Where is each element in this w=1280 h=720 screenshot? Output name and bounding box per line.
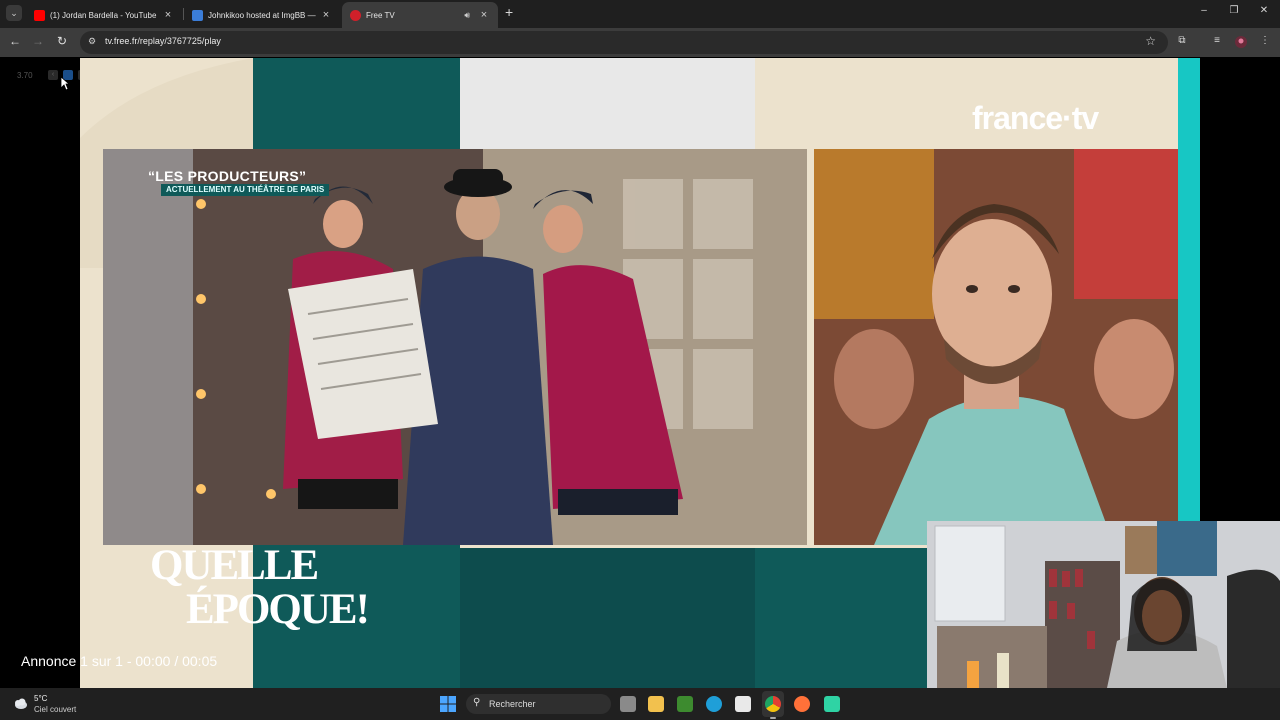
windows-taskbar: 5°C Ciel couvert ⚲ Rechercher [0,688,1280,720]
speaker-icon[interactable]: 🔊︎ [464,10,470,21]
restore-icon[interactable]: ❐ [1227,5,1241,16]
search-icon: ⚲ [473,697,481,708]
tab-free-tv[interactable]: Free TV 🔊︎ × [342,2,498,28]
imgbb-icon [192,9,203,21]
cyan-stripe [1178,58,1200,528]
youtube-icon [34,9,45,21]
show-caption-title: “LES PRODUCTEURS” [148,168,307,184]
quelle-epoque-logo: QUELLE ÉPOQUE! [150,542,370,633]
media-controls-icon[interactable]: ≡ [1210,35,1224,49]
playback-speed: 3.70 [17,71,33,80]
browser-tab-strip: ⌄ (1) Jordan Bardella - YouTube × Johnki… [0,0,1280,28]
url-text: tv.free.fr/replay/3767725/play [105,36,221,46]
firefox-icon[interactable] [794,696,810,712]
tab-youtube[interactable]: (1) Jordan Bardella - YouTube × [26,2,182,28]
windows-start-icon[interactable] [440,696,456,712]
tab-title: (1) Jordan Bardella - YouTube [50,10,157,20]
chrome-icon[interactable] [765,696,781,712]
close-tab-icon[interactable]: × [162,9,174,21]
minimize-icon[interactable]: – [1197,5,1211,16]
forward-icon[interactable]: → [30,34,46,48]
bookmark-star-icon[interactable]: ☆ [1145,34,1156,48]
screen: ⌄ (1) Jordan Bardella - YouTube × Johnki… [0,0,1280,720]
close-tab-icon[interactable]: × [478,9,490,21]
close-tab-icon[interactable]: × [320,9,332,21]
webcam-scene-illustration [927,521,1280,688]
grey-band [460,58,755,149]
chrome-running-indicator [770,717,776,719]
guest-portrait-illustration [814,149,1178,545]
tab-title: Free TV [366,10,395,20]
window-close-icon[interactable]: ✕ [1257,5,1271,16]
search-placeholder: Rechercher [489,699,536,709]
logo-line-1: QUELLE [150,542,319,589]
speed-slower-icon[interactable]: ‹ [48,70,58,80]
tab-search-icon[interactable]: ⌄ [6,5,22,21]
file-explorer-icon[interactable] [648,696,664,712]
store-icon[interactable] [735,696,751,712]
site-settings-icon[interactable]: ⚙ [88,36,99,47]
nvidia-icon[interactable] [677,696,693,712]
logo-line-2: ÉPOQUE! [186,586,370,633]
mouse-cursor-icon [60,76,70,91]
tab-imgbb[interactable]: Johnkikoo hosted at ImgBB — × [184,2,340,28]
browser-toolbar: ← → ↻ ⚙ tv.free.fr/replay/3767725/play ☆… [0,28,1280,57]
more-menu-icon[interactable]: ⋮ [1258,35,1272,49]
reload-icon[interactable]: ↻ [54,34,70,48]
tab-title: Johnkikoo hosted at ImgBB — [208,10,316,20]
freetv-icon [350,9,361,21]
guest-video-panel [814,149,1178,545]
webcam-overlay [927,521,1280,688]
stage-scene-illustration [103,149,807,545]
show-caption-subtitle: ACTUELLEMENT AU THÉÂTRE DE PARIS [161,184,330,196]
ad-status-text: Annonce 1 sur 1 - 00:00 / 00:05 [21,653,218,669]
app-icon[interactable] [824,696,840,712]
weather-condition[interactable]: Ciel couvert [34,705,76,714]
weather-temperature[interactable]: 5°C [34,694,47,703]
cloud-icon[interactable] [12,695,28,711]
task-view-icon[interactable] [620,696,636,712]
extensions-icon[interactable]: ⧉ [1175,35,1189,49]
stage-video-panel: “LES PRODUCTEURS” ACTUELLEMENT AU THÉÂTR… [103,149,807,545]
address-bar[interactable]: ⚙ tv.free.fr/replay/3767725/play ☆ [80,31,1168,54]
edge-icon[interactable] [706,696,722,712]
taskbar-search-box[interactable]: ⚲ Rechercher [466,694,611,714]
back-icon[interactable]: ← [7,34,23,48]
dark-teal-band [460,548,755,688]
france-tv-logo: france·tv [972,100,1099,136]
profile-avatar-icon[interactable] [1234,35,1248,49]
new-tab-button[interactable]: + [505,4,519,20]
